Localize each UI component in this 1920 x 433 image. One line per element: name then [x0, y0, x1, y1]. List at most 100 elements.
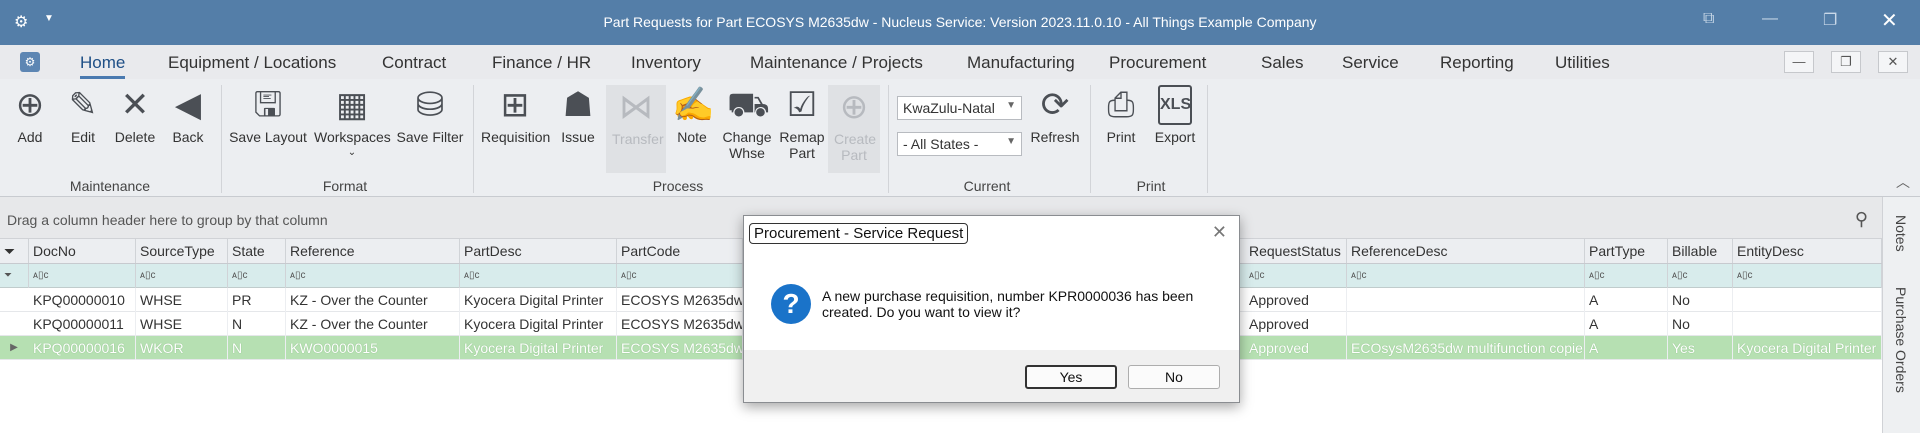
filter-cell[interactable]: ᴀ▯ᴄ: [29, 264, 136, 288]
cell-partdesc: Kyocera Digital Printer: [460, 336, 617, 360]
ribbon: ⊕ Add ✎ Edit ✕ Delete ◀ Back Maintenance…: [0, 79, 1920, 197]
tab-maintenance-projects[interactable]: Maintenance / Projects: [750, 53, 923, 73]
save-filter-button[interactable]: ⛁ Save Filter: [395, 85, 465, 145]
filter-icon: ⏷: [0, 264, 29, 288]
delete-button[interactable]: ✕ Delete: [111, 85, 159, 145]
cell-reference: KWO0000015: [286, 336, 460, 360]
close-window-button[interactable]: ✕: [1881, 8, 1898, 33]
print-button[interactable]: ⎙ Print: [1100, 85, 1142, 145]
change-whse-button[interactable]: ⛟ Change Whse: [719, 85, 775, 161]
filter-cell[interactable]: ᴀ▯ᴄ: [1668, 264, 1733, 288]
app-icon[interactable]: ⚙: [20, 52, 40, 72]
filter-cell[interactable]: ᴀ▯ᴄ: [1733, 264, 1882, 288]
chevron-down-icon: ▼: [1006, 136, 1016, 147]
tab-inventory[interactable]: Inventory: [631, 53, 701, 73]
note-button[interactable]: ✍ Note: [672, 85, 714, 145]
tab-equipment-locations[interactable]: Equipment / Locations: [168, 53, 336, 73]
column-header[interactable]: PartType: [1585, 239, 1668, 263]
filter-cell[interactable]: ᴀ▯ᴄ: [460, 264, 617, 288]
dialog-message: A new purchase requisition, number KPR00…: [822, 288, 1194, 320]
states-select[interactable]: - All States - ▼: [897, 132, 1022, 156]
cell-docno: KPQ00000010: [29, 288, 136, 312]
filter-toggle-icon[interactable]: ⏷: [0, 239, 29, 263]
side-tab-purchase-orders[interactable]: Purchase Orders: [1893, 287, 1909, 393]
no-button[interactable]: No: [1128, 365, 1220, 389]
issue-button[interactable]: ☗ Issue: [557, 85, 599, 145]
plus-circle-icon: ⊕: [15, 86, 45, 124]
column-header[interactable]: PartDesc: [460, 239, 617, 263]
close-icon[interactable]: ✕: [1212, 222, 1227, 243]
cell-state: N: [228, 336, 286, 360]
yes-button[interactable]: Yes: [1025, 365, 1117, 389]
tab-service[interactable]: Service: [1342, 53, 1399, 73]
cell-partcode: ECOSYS M2635dw: [617, 288, 743, 312]
tab-home[interactable]: Home: [80, 53, 126, 79]
cell-billable: No: [1668, 312, 1733, 336]
group-label-print: Print: [1136, 178, 1166, 194]
tab-sales[interactable]: Sales: [1261, 53, 1304, 73]
back-arrow-icon: ◀: [174, 86, 202, 124]
filter-cell[interactable]: ᴀ▯ᴄ: [1245, 264, 1347, 288]
edit-icon: ✎: [68, 86, 98, 124]
restore-module-button[interactable]: ❐: [1831, 51, 1861, 73]
printer-icon: ⎙: [1107, 86, 1135, 124]
collapse-ribbon-icon[interactable]: ︿: [1896, 172, 1910, 192]
restore-layout-icon[interactable]: ⧉: [1703, 10, 1714, 28]
ribbon-separator: [1090, 85, 1091, 193]
filter-cell[interactable]: ᴀ▯ᴄ: [617, 264, 743, 288]
filter-cell[interactable]: ᴀ▯ᴄ: [286, 264, 460, 288]
chevron-down-icon: ▼: [1006, 100, 1016, 111]
tab-manufacturing[interactable]: Manufacturing: [967, 53, 1075, 73]
close-module-button[interactable]: ✕: [1878, 51, 1908, 73]
side-tab-notes[interactable]: Notes: [1893, 215, 1909, 252]
tab-contract[interactable]: Contract: [382, 53, 446, 73]
export-button[interactable]: XLS Export: [1150, 85, 1200, 145]
edit-button[interactable]: ✎ Edit: [61, 85, 105, 145]
column-header[interactable]: Billable: [1668, 239, 1733, 263]
create-part-button[interactable]: ⊕ Create Part: [828, 85, 880, 173]
dialog-title: Procurement - Service Request: [749, 223, 969, 244]
filter-cell[interactable]: ᴀ▯ᴄ: [1585, 264, 1668, 288]
ribbon-separator: [473, 85, 474, 193]
cell-parttype: A: [1585, 288, 1668, 312]
maximize-window-button[interactable]: ❐: [1823, 10, 1837, 30]
cell-state: N: [228, 312, 286, 336]
hand-truck-icon: ⛟: [727, 86, 770, 124]
column-header[interactable]: State: [228, 239, 286, 263]
workspaces-button[interactable]: ▦ Workspaces ⌄: [314, 85, 391, 161]
add-button[interactable]: ⊕ Add: [8, 85, 52, 145]
filter-cell[interactable]: ᴀ▯ᴄ: [1347, 264, 1585, 288]
tab-utilities[interactable]: Utilities: [1555, 53, 1610, 73]
column-header[interactable]: ReferenceDesc: [1347, 239, 1585, 263]
minimize-window-button[interactable]: —: [1762, 10, 1778, 28]
chevron-down-icon: ⌄: [347, 147, 357, 158]
minimize-module-button[interactable]: —: [1784, 51, 1814, 73]
remap-part-button[interactable]: ☑ Remap Part: [778, 85, 826, 161]
xls-file-icon: XLS: [1158, 85, 1192, 125]
ribbon-separator: [221, 85, 222, 193]
back-button[interactable]: ◀ Back: [167, 85, 209, 145]
tab-finance-hr[interactable]: Finance / HR: [492, 53, 591, 73]
column-header[interactable]: DocNo: [29, 239, 136, 263]
cell-docno: KPQ00000011: [29, 312, 136, 336]
save-layout-button[interactable]: 🖫 Save Layout: [229, 85, 307, 145]
tab-procurement[interactable]: Procurement: [1109, 53, 1206, 73]
tab-reporting[interactable]: Reporting: [1440, 53, 1514, 73]
group-label-current: Current: [963, 178, 1011, 194]
region-select[interactable]: KwaZulu-Natal ▼: [897, 96, 1022, 120]
column-header[interactable]: RequestStatus: [1245, 239, 1347, 263]
column-header[interactable]: PartCode: [617, 239, 743, 263]
search-icon[interactable]: ⚲: [1855, 209, 1868, 230]
cell-referencedesc: ECOsysM2635dw multifunction copier: [1347, 336, 1585, 360]
window-title: Part Requests for Part ECOSYS M2635dw - …: [603, 14, 1317, 30]
issue-icon: ☗: [562, 86, 594, 124]
filter-cell[interactable]: ᴀ▯ᴄ: [136, 264, 228, 288]
refresh-button[interactable]: ⟳ Refresh: [1029, 85, 1081, 145]
column-header[interactable]: Reference: [286, 239, 460, 263]
refresh-icon: ⟳: [1040, 86, 1070, 124]
filter-cell[interactable]: ᴀ▯ᴄ: [228, 264, 286, 288]
transfer-button[interactable]: ⋈ Transfer: [606, 85, 666, 173]
requisition-button[interactable]: ⊞ Requisition: [481, 85, 550, 145]
column-header[interactable]: EntityDesc: [1733, 239, 1882, 263]
column-header[interactable]: SourceType: [136, 239, 228, 263]
